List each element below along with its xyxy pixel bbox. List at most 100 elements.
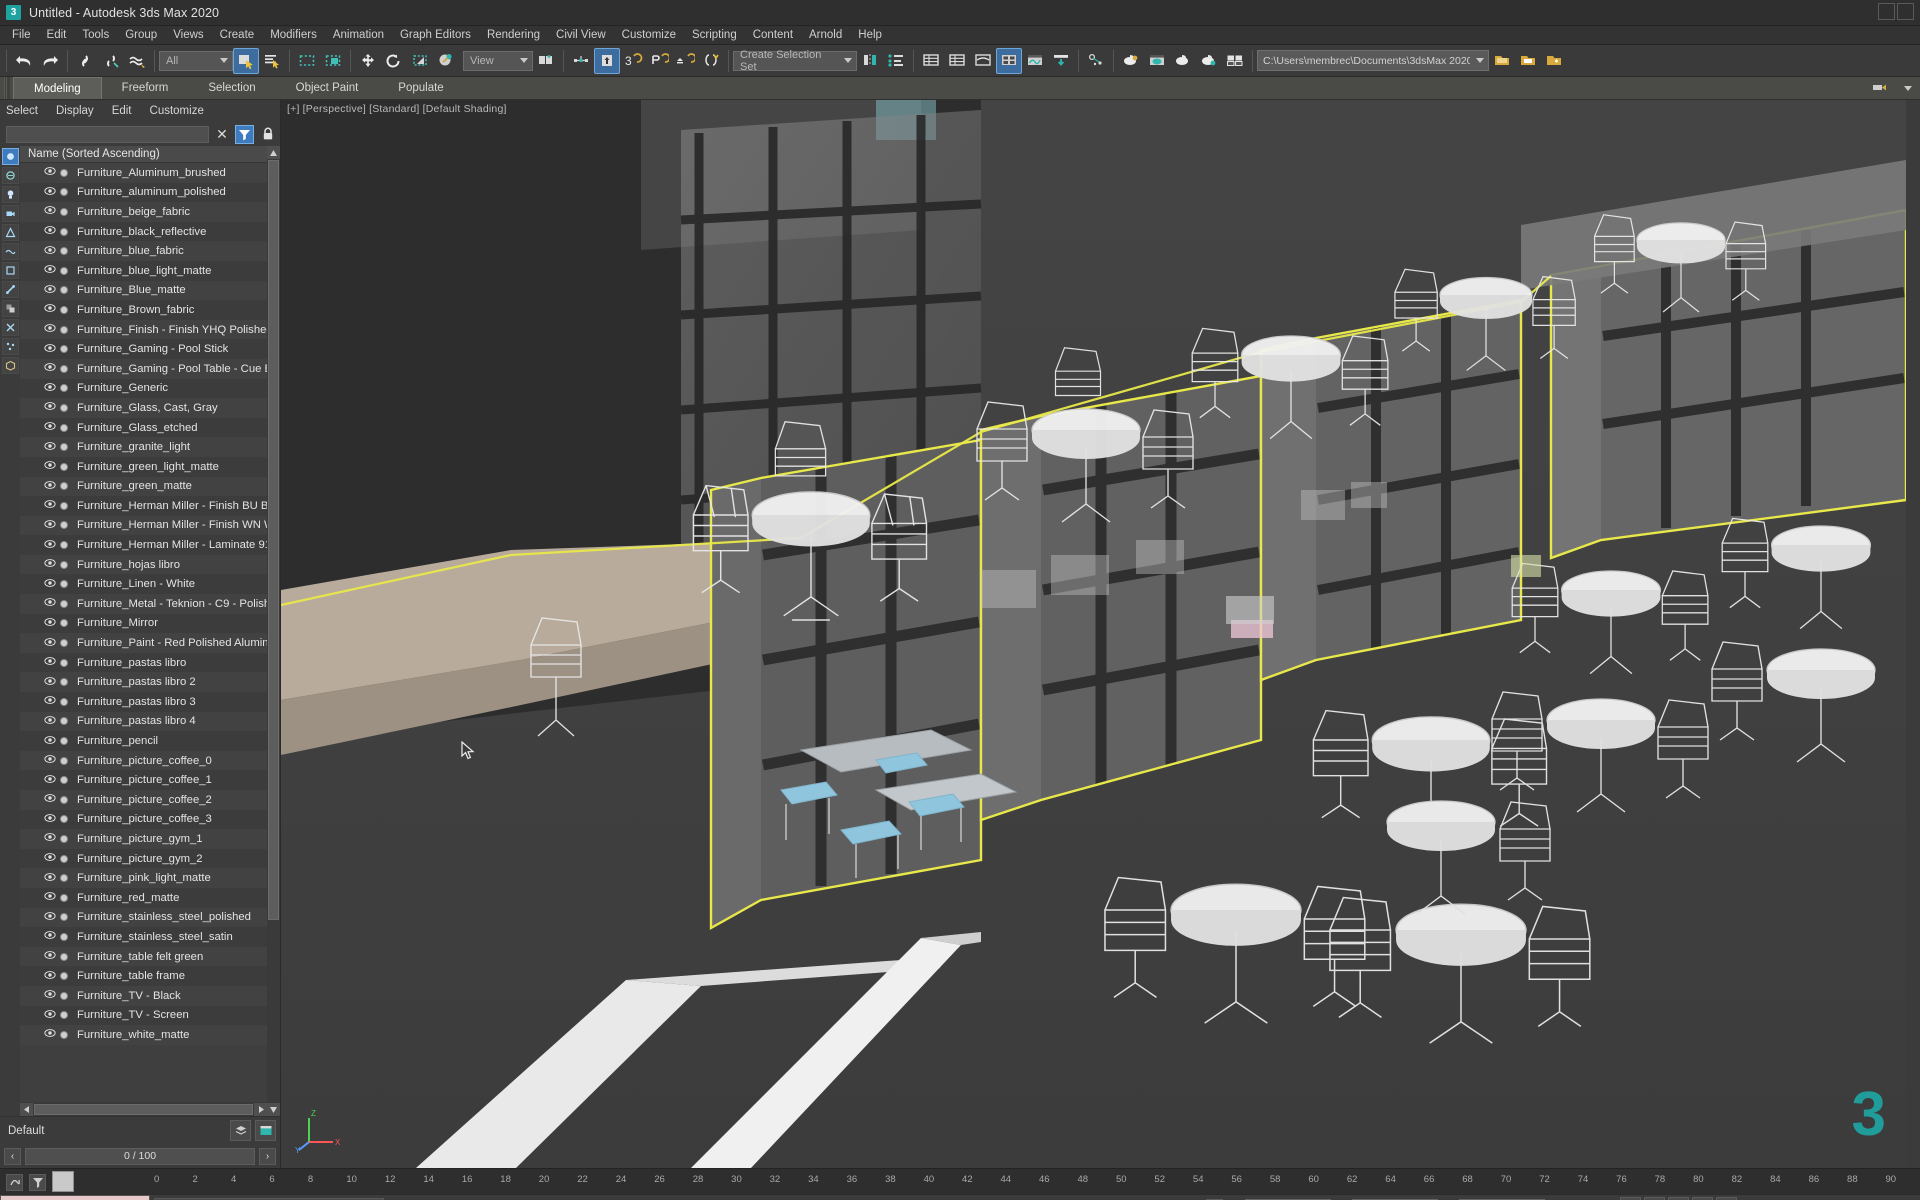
freeze-toggle-icon[interactable] [60, 776, 68, 785]
freeze-toggle-icon[interactable] [60, 678, 68, 687]
viewport-label[interactable]: [+] [Perspective] [Standard] [Default Sh… [287, 103, 507, 115]
select-and-place-icon[interactable] [433, 48, 459, 74]
visibility-eye-icon[interactable] [44, 851, 60, 866]
mirror-icon[interactable] [857, 48, 883, 74]
filter-spacewarps-icon[interactable] [1, 243, 19, 260]
select-and-scale-icon[interactable] [407, 48, 433, 74]
maximize-button[interactable] [1897, 3, 1914, 20]
select-and-move-icon[interactable] [355, 48, 381, 74]
scene-object-row[interactable]: Furniture_green_matte [20, 476, 267, 497]
visibility-eye-icon[interactable] [44, 400, 60, 415]
align-icon[interactable] [883, 48, 909, 74]
scene-object-row[interactable]: Furniture_Glass_etched [20, 417, 267, 438]
schematic-view-icon[interactable] [1022, 48, 1048, 74]
freeze-toggle-icon[interactable] [60, 874, 68, 883]
perspective-viewport[interactable]: [+] [Perspective] [Standard] [Default Sh… [281, 100, 1906, 1168]
scene-object-row[interactable]: Furniture_Mirror [20, 613, 267, 634]
visibility-eye-icon[interactable] [44, 322, 60, 337]
snap-toggle-icon[interactable] [594, 47, 620, 74]
scene-object-row[interactable]: Furniture_hojas libro [20, 554, 267, 575]
visibility-eye-icon[interactable] [44, 244, 60, 259]
freeze-toggle-icon[interactable] [60, 991, 68, 1000]
visibility-eye-icon[interactable] [44, 734, 60, 749]
visibility-eye-icon[interactable] [44, 871, 60, 886]
material-editor-icon[interactable] [1118, 48, 1144, 74]
explorer-menu-select[interactable]: Select [6, 105, 38, 117]
visibility-eye-icon[interactable] [44, 949, 60, 964]
render-setup-icon[interactable] [1170, 48, 1196, 74]
visibility-eye-icon[interactable] [44, 910, 60, 925]
track-prev-icon[interactable]: ‹ [4, 1147, 21, 1165]
save-file-icon[interactable] [1515, 48, 1541, 74]
freeze-toggle-icon[interactable] [60, 756, 68, 765]
visibility-eye-icon[interactable] [44, 538, 60, 553]
freeze-toggle-icon[interactable] [60, 266, 68, 275]
visibility-eye-icon[interactable] [44, 890, 60, 905]
scene-object-row[interactable]: Furniture_picture_coffee_2 [20, 790, 267, 810]
visibility-eye-icon[interactable] [44, 577, 60, 592]
scene-explorer-vertical-scrollbar[interactable] [267, 146, 280, 1116]
menu-item-civil-view[interactable]: Civil View [548, 28, 614, 42]
visibility-eye-icon[interactable] [44, 420, 60, 435]
filter-geometry-icon[interactable] [1, 167, 19, 184]
visibility-eye-icon[interactable] [44, 773, 60, 788]
freeze-toggle-icon[interactable] [60, 599, 68, 608]
freeze-toggle-icon[interactable] [60, 932, 68, 941]
visibility-eye-icon[interactable] [44, 636, 60, 651]
visibility-eye-icon[interactable] [44, 969, 60, 984]
filter-shapes-icon[interactable] [1, 262, 19, 279]
freeze-toggle-icon[interactable] [60, 972, 68, 981]
scene-object-row[interactable]: Furniture_picture_gym_1 [20, 829, 267, 849]
menu-item-rendering[interactable]: Rendering [479, 28, 548, 42]
track-next-icon[interactable]: › [259, 1147, 276, 1165]
scene-object-row[interactable]: Furniture_green_light_matte [20, 456, 267, 477]
content-browser-icon[interactable] [1048, 48, 1074, 74]
minimize-button[interactable] [1878, 3, 1895, 20]
visibility-eye-icon[interactable] [44, 714, 60, 729]
scene-object-row[interactable]: Furniture_Herman Miller - Laminate 91 V [20, 535, 267, 555]
menu-item-create[interactable]: Create [212, 28, 263, 42]
scroll-down-icon[interactable] [267, 1103, 280, 1116]
freeze-toggle-icon[interactable] [60, 795, 68, 804]
freeze-toggle-icon[interactable] [60, 854, 68, 863]
visibility-eye-icon[interactable] [44, 596, 60, 611]
freeze-toggle-icon[interactable] [60, 619, 68, 628]
visibility-eye-icon[interactable] [44, 518, 60, 533]
menu-item-modifiers[interactable]: Modifiers [262, 28, 325, 42]
scroll-up-icon[interactable] [267, 146, 280, 159]
filter-xrefs-icon[interactable] [1, 319, 19, 336]
freeze-toggle-icon[interactable] [60, 443, 68, 452]
select-and-link-icon[interactable] [72, 48, 98, 74]
scene-object-row[interactable]: Furniture_picture_coffee_0 [20, 750, 267, 771]
explorer-menu-display[interactable]: Display [56, 105, 94, 117]
freeze-toggle-icon[interactable] [60, 188, 68, 197]
freeze-toggle-icon[interactable] [60, 893, 68, 902]
visibility-eye-icon[interactable] [44, 753, 60, 768]
select-object-button[interactable] [233, 47, 259, 74]
scene-object-row[interactable]: Furniture_pink_light_matte [20, 868, 267, 888]
visibility-eye-icon[interactable] [44, 557, 60, 572]
timeline-ruler[interactable]: 0 2 4 6 8 10 12 14 16 18 20 22 24 26 28 30 32 34 36 38 40 42 4… [0, 1168, 1920, 1194]
visibility-eye-icon[interactable] [44, 655, 60, 670]
menu-item-group[interactable]: Group [117, 28, 165, 42]
scene-object-row[interactable]: Furniture_Finish - Finish YHQ Polished A [20, 319, 267, 340]
chevron-down-icon[interactable] [1904, 85, 1912, 91]
visibility-eye-icon[interactable] [44, 440, 60, 455]
filter-particles-icon[interactable] [1, 338, 19, 355]
rectangular-selection-region-icon[interactable] [294, 48, 320, 74]
scene-explorer-object-list[interactable]: Furniture_Aluminum_brushed Furniture_alum… [20, 163, 267, 1102]
filter-keys-icon[interactable] [29, 1173, 46, 1191]
freeze-toggle-icon[interactable] [60, 462, 68, 471]
scene-object-row[interactable]: Furniture_Glass, Cast, Gray [20, 398, 267, 418]
scene-explorer-icon[interactable] [944, 48, 970, 74]
open-file-icon[interactable] [1489, 48, 1515, 74]
ribbon-tab-freeform[interactable]: Freeform [102, 77, 189, 99]
filter-groups-icon[interactable] [1, 300, 19, 317]
freeze-toggle-icon[interactable] [60, 403, 68, 412]
filter-bones-icon[interactable] [1, 281, 19, 298]
explorer-menu-customize[interactable]: Customize [150, 105, 204, 117]
freeze-toggle-icon[interactable] [60, 384, 68, 393]
filter-all-icon[interactable] [1, 148, 19, 165]
visibility-eye-icon[interactable] [44, 929, 60, 944]
visibility-eye-icon[interactable] [44, 1027, 60, 1042]
